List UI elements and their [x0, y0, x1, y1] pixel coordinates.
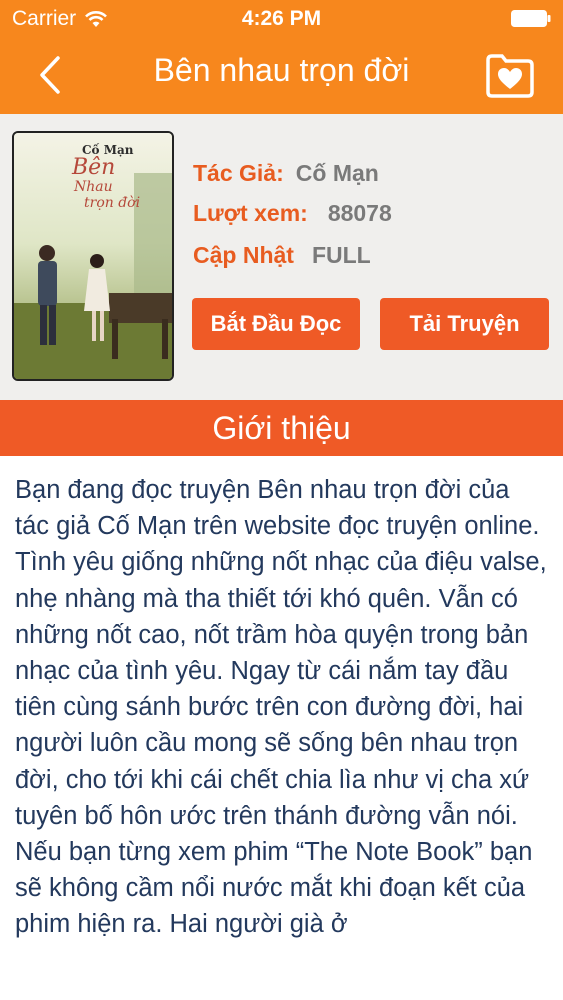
author-row: Tác Giả: Cố Mạn: [193, 160, 379, 187]
battery-icon: [511, 10, 551, 27]
update-row: Cập Nhật FULL: [193, 242, 371, 269]
update-label: Cập Nhật: [193, 242, 294, 268]
views-label: Lượt xem:: [193, 200, 308, 226]
intro-heading: Giới thiệu: [0, 400, 563, 456]
views-row: Lượt xem: 88078: [193, 200, 392, 227]
page-title: Bên nhau trọn đời: [153, 52, 410, 88]
status-time: 4:26 PM: [241, 7, 322, 30]
cover-title-2: Nhau: [74, 179, 113, 195]
start-reading-button[interactable]: Bắt Đầu Đọc: [192, 298, 360, 350]
book-info-panel: Cố Mạn Bên Nhau trọn đời Tác Giả: Cố Mạn…: [0, 114, 563, 400]
author-value: Cố Mạn: [295, 160, 379, 186]
book-cover-image: Cố Mạn Bên Nhau trọn đời: [12, 131, 174, 381]
nav-bar: Carrier 4:26 PM Bên nhau trọn đời: [0, 0, 563, 114]
update-value: FULL: [311, 242, 371, 268]
views-value: 88078: [327, 200, 392, 226]
status-bar: Carrier 4:26 PM: [0, 0, 563, 38]
author-label: Tác Giả:: [193, 160, 284, 186]
intro-text: Bạn đang đọc truyện Bên nhau trọn đời củ…: [15, 476, 547, 939]
favorite-folder-button[interactable]: [485, 52, 535, 98]
cover-title-3: trọn đời: [84, 195, 141, 211]
cover-title-1: Bên: [72, 155, 116, 180]
download-button[interactable]: Tải Truyện: [380, 298, 549, 350]
